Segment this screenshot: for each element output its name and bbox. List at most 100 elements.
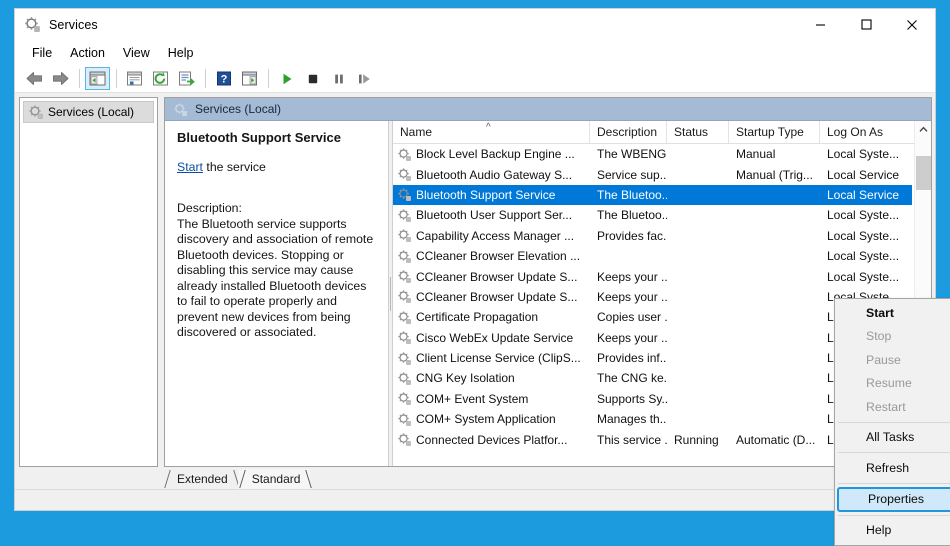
menu-view[interactable]: View <box>114 43 159 63</box>
scroll-up-button[interactable] <box>915 121 932 138</box>
row-description-cell <box>590 246 667 266</box>
forward-button[interactable] <box>48 67 73 90</box>
row-name-cell: CNG Key Isolation <box>393 368 590 388</box>
row-status-cell <box>667 307 729 327</box>
help-question-icon[interactable]: ? <box>211 67 236 90</box>
scrollbar-thumb[interactable] <box>916 156 931 190</box>
toolbar-separator <box>116 69 117 88</box>
table-row[interactable]: Capability Access Manager ... Provides fa… <box>393 226 914 246</box>
table-row[interactable]: Bluetooth User Support Ser...The Bluetoo… <box>393 205 914 225</box>
menu-file[interactable]: File <box>23 43 61 63</box>
row-description-cell: Supports Sy... <box>590 389 667 409</box>
row-description-cell: The WBENG... <box>590 144 667 164</box>
restart-icon[interactable] <box>352 67 377 90</box>
table-row[interactable]: Block Level Backup Engine ...The WBENG..… <box>393 144 914 164</box>
desktop-background: Services File Action View Help <box>0 0 950 526</box>
row-name-cell: COM+ System Application <box>393 409 590 429</box>
row-status-cell <box>667 409 729 429</box>
gear-icon <box>397 187 412 202</box>
play-icon[interactable] <box>274 67 299 90</box>
row-name-cell: Connected Devices Platfor... <box>393 429 590 449</box>
tree-item-label: Services (Local) <box>48 105 134 119</box>
menu-separator <box>838 422 950 423</box>
row-name-label: CCleaner Browser Update S... <box>416 290 577 304</box>
row-name-cell: Client License Service (ClipS... <box>393 348 590 368</box>
context-menu[interactable]: StartStopPauseResumeRestartAll Tasks›Ref… <box>834 298 950 546</box>
row-name-label: COM+ Event System <box>416 392 528 406</box>
menu-item-refresh[interactable]: Refresh <box>835 456 950 480</box>
table-row[interactable]: Bluetooth Support ServiceThe Bluetoo...L… <box>393 185 914 205</box>
minimize-button[interactable] <box>797 9 843 40</box>
column-header-status[interactable]: Status <box>667 121 729 143</box>
row-name-label: COM+ System Application <box>416 412 556 426</box>
gear-icon <box>397 330 412 345</box>
column-header-name[interactable]: Name ^ <box>393 121 590 143</box>
row-startup-cell <box>729 328 820 348</box>
row-logon-cell: Local Syste... <box>820 266 912 286</box>
menu-help[interactable]: Help <box>159 43 203 63</box>
row-startup-cell <box>729 409 820 429</box>
column-header-startup-type[interactable]: Startup Type <box>729 121 820 143</box>
row-status-cell <box>667 287 729 307</box>
gear-icon <box>28 104 44 120</box>
row-logon-cell: Local Syste... <box>820 226 912 246</box>
toolbar-separator <box>79 69 80 88</box>
row-name-label: CCleaner Browser Elevation ... <box>416 249 580 263</box>
row-startup-cell <box>729 389 820 409</box>
toolbar: ? <box>15 65 935 93</box>
menu-action[interactable]: Action <box>61 43 114 63</box>
back-button[interactable] <box>22 67 47 90</box>
stop-icon[interactable] <box>300 67 325 90</box>
row-startup-cell: Manual <box>729 144 820 164</box>
sort-ascending-icon: ^ <box>486 122 491 133</box>
row-logon-cell: Local Syste... <box>820 144 912 164</box>
start-service-link[interactable]: Start <box>177 160 203 174</box>
refresh-icon[interactable] <box>148 67 173 90</box>
row-name-cell: COM+ Event System <box>393 389 590 409</box>
menu-item-all-tasks[interactable]: All Tasks› <box>835 426 950 450</box>
start-service-suffix: the service <box>203 160 266 174</box>
row-name-label: Connected Devices Platfor... <box>416 433 567 447</box>
properties-window-icon[interactable] <box>122 67 147 90</box>
pause-icon[interactable] <box>326 67 351 90</box>
window-title: Services <box>49 18 98 32</box>
row-status-cell <box>667 185 729 205</box>
menu-item-help[interactable]: Help <box>835 519 950 543</box>
menu-item-label: Properties <box>868 492 924 506</box>
tab-standard[interactable]: Standard <box>238 469 311 489</box>
gear-icon <box>397 269 412 284</box>
table-row[interactable]: CCleaner Browser Elevation ...Local Syst… <box>393 246 914 266</box>
menu-item-properties[interactable]: Properties <box>837 487 950 512</box>
gear-icon <box>397 167 412 182</box>
column-header-description[interactable]: Description <box>590 121 667 143</box>
menu-item-label: Help <box>866 523 891 537</box>
table-row[interactable]: Bluetooth Audio Gateway S...Service sup.… <box>393 164 914 184</box>
export-list-icon[interactable] <box>174 67 199 90</box>
menu-item-label: Pause <box>866 353 901 367</box>
row-startup-cell: Manual (Trig... <box>729 164 820 184</box>
menu-item-start[interactable]: Start <box>835 301 950 325</box>
tab-extended[interactable]: Extended <box>163 469 238 489</box>
row-startup-cell <box>729 205 820 225</box>
row-name-label: Capability Access Manager ... <box>416 229 574 243</box>
row-description-cell: The Bluetoo... <box>590 185 667 205</box>
row-description-cell: Keeps your ... <box>590 328 667 348</box>
service-details-panel: Bluetooth Support Service Start the serv… <box>165 121 388 466</box>
row-name-cell: CCleaner Browser Update S... <box>393 266 590 286</box>
row-logon-cell: Local Service <box>820 185 912 205</box>
row-name-cell: Capability Access Manager ... <box>393 226 590 246</box>
action-pane-icon[interactable] <box>237 67 262 90</box>
tabs-inner: Extended Standard <box>163 467 310 489</box>
gear-icon <box>397 391 412 406</box>
tree-item-services-local[interactable]: Services (Local) <box>23 101 154 123</box>
row-name-cell: CCleaner Browser Elevation ... <box>393 246 590 266</box>
close-button[interactable] <box>889 9 935 40</box>
selected-service-title: Bluetooth Support Service <box>177 130 376 146</box>
row-description-cell: Provides fac... <box>590 226 667 246</box>
table-row[interactable]: CCleaner Browser Update S...Keeps your .… <box>393 266 914 286</box>
menu-item-label: Start <box>866 306 894 320</box>
console-tree-icon[interactable] <box>85 67 110 90</box>
column-header-log-on-as[interactable]: Log On As <box>820 121 912 143</box>
maximize-button[interactable] <box>843 9 889 40</box>
row-logon-cell: Local Service <box>820 164 912 184</box>
